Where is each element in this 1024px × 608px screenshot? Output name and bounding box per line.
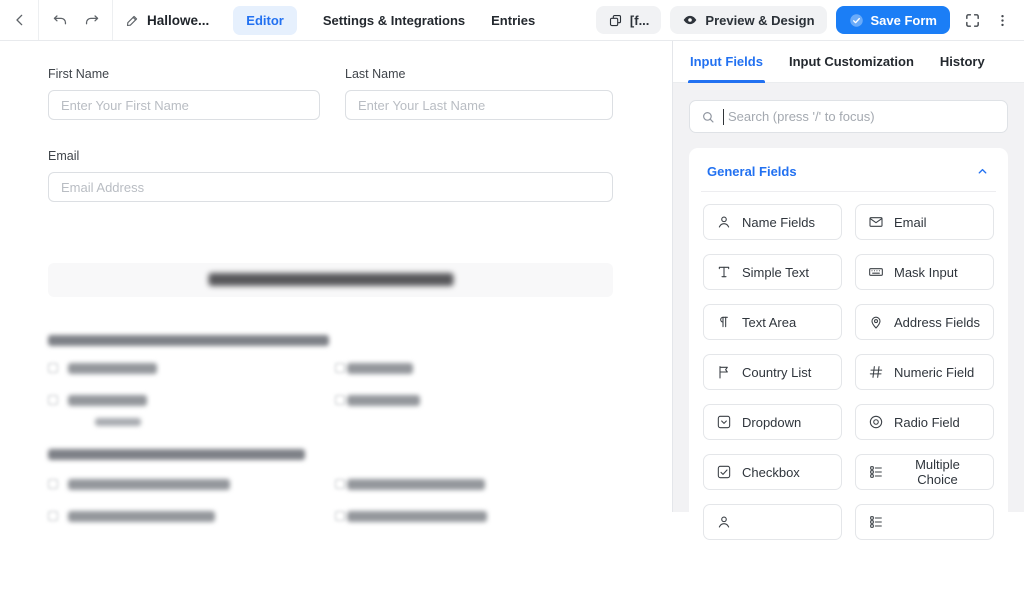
chevron-up-icon: [976, 165, 989, 178]
eye-icon: [682, 12, 698, 28]
field-type-icon: [716, 514, 732, 530]
kebab-menu-icon: [995, 13, 1010, 28]
field-type-button[interactable]: Checkbox: [703, 454, 842, 490]
more-menu-button[interactable]: [994, 7, 1010, 33]
back-button[interactable]: [7, 7, 33, 33]
copy-icon: [608, 13, 623, 28]
checkbox-icon: [716, 464, 732, 480]
tab-input-customization[interactable]: Input Customization: [789, 41, 914, 82]
editor-sidebar: Input Fields Input Customization History…: [672, 41, 1024, 608]
field-type-button[interactable]: Radio Field: [855, 404, 994, 440]
field-type-icon: [868, 514, 884, 530]
preview-design-button[interactable]: Preview & Design: [670, 6, 827, 34]
field-type-button[interactable]: Simple Text: [703, 254, 842, 290]
field-type-button[interactable]: Numeric Field: [855, 354, 994, 390]
save-form-button[interactable]: Save Form: [835, 6, 950, 34]
radio-icon: [868, 414, 884, 430]
hash-icon: [868, 364, 884, 380]
shortcode-button[interactable]: [f...: [595, 6, 662, 34]
divider: [701, 191, 996, 192]
checkbox-icon: [48, 395, 58, 405]
back-icon: [12, 12, 28, 28]
field-label: Last Name: [345, 67, 406, 81]
field-search-box[interactable]: [689, 100, 1008, 133]
tab-editor[interactable]: Editor: [233, 5, 297, 35]
field-grid: Name Fields Email Simple Text Mask Input…: [703, 204, 994, 540]
divider: [112, 0, 113, 40]
text-cursor-icon: [716, 264, 732, 280]
field-block-first-name[interactable]: First Name: [48, 67, 320, 120]
redacted-heading-text: [208, 273, 453, 286]
tab-settings-integrations[interactable]: Settings & Integrations: [323, 13, 465, 28]
list-icon: [868, 464, 884, 480]
field-type-button[interactable]: Mask Input: [855, 254, 994, 290]
checkbox-icon: [335, 395, 345, 405]
field-search-input[interactable]: [726, 108, 996, 125]
field-type-button[interactable]: Name Fields: [703, 204, 842, 240]
form-title-group[interactable]: Hallowe...: [125, 13, 209, 28]
field-type-button-partial[interactable]: [703, 504, 842, 540]
sidebar-tabs: Input Fields Input Customization History: [673, 41, 1024, 83]
fullscreen-icon: [964, 12, 981, 29]
first-name-input[interactable]: [48, 90, 320, 120]
field-label: Email: [48, 149, 80, 163]
text-caret: [723, 108, 724, 125]
edit-pencil-icon: [125, 13, 140, 28]
general-fields-card: General Fields Name Fields Email Simple …: [689, 148, 1008, 608]
field-type-button[interactable]: Dropdown: [703, 404, 842, 440]
checkbox-icon: [335, 479, 345, 489]
checkbox-icon: [48, 511, 58, 521]
checkbox-icon: [335, 363, 345, 373]
field-block-email[interactable]: Email: [48, 149, 613, 202]
dropdown-icon: [716, 414, 732, 430]
redo-icon: [83, 12, 100, 29]
field-type-button[interactable]: Country List: [703, 354, 842, 390]
last-name-input[interactable]: [345, 90, 613, 120]
field-type-button[interactable]: Multiple Choice: [855, 454, 994, 490]
section-title: General Fields: [707, 163, 797, 179]
flag-icon: [716, 364, 732, 380]
paragraph-icon: [716, 314, 732, 330]
field-type-button[interactable]: Email: [855, 204, 994, 240]
redo-button[interactable]: [78, 7, 104, 33]
tab-entries[interactable]: Entries: [491, 13, 535, 28]
tab-input-fields[interactable]: Input Fields: [688, 41, 765, 83]
redacted-content: [48, 263, 613, 553]
keyboard-icon: [868, 264, 884, 280]
form-title: Hallowe...: [147, 12, 210, 28]
undo-icon: [52, 12, 69, 29]
field-block-last-name[interactable]: Last Name: [345, 67, 613, 120]
email-input[interactable]: [48, 172, 613, 202]
search-icon: [701, 110, 715, 124]
check-circle-icon: [849, 13, 864, 28]
checkbox-icon: [48, 479, 58, 489]
checkbox-icon: [335, 511, 345, 521]
field-type-button[interactable]: Address Fields: [855, 304, 994, 340]
checkbox-icon: [48, 363, 58, 373]
top-toolbar: Hallowe... Editor Settings & Integration…: [0, 0, 1024, 41]
tab-history[interactable]: History: [940, 41, 985, 82]
collapse-section-button[interactable]: [973, 162, 991, 180]
undo-button[interactable]: [47, 7, 73, 33]
map-pin-icon: [868, 314, 884, 330]
form-editor-canvas: First Name Last Name Email: [0, 41, 672, 522]
field-type-button-partial[interactable]: [855, 504, 994, 540]
divider: [38, 0, 39, 40]
user-icon: [716, 214, 732, 230]
field-label: First Name: [48, 67, 110, 81]
fullscreen-button[interactable]: [959, 7, 985, 33]
envelope-icon: [868, 214, 884, 230]
field-type-button[interactable]: Text Area: [703, 304, 842, 340]
